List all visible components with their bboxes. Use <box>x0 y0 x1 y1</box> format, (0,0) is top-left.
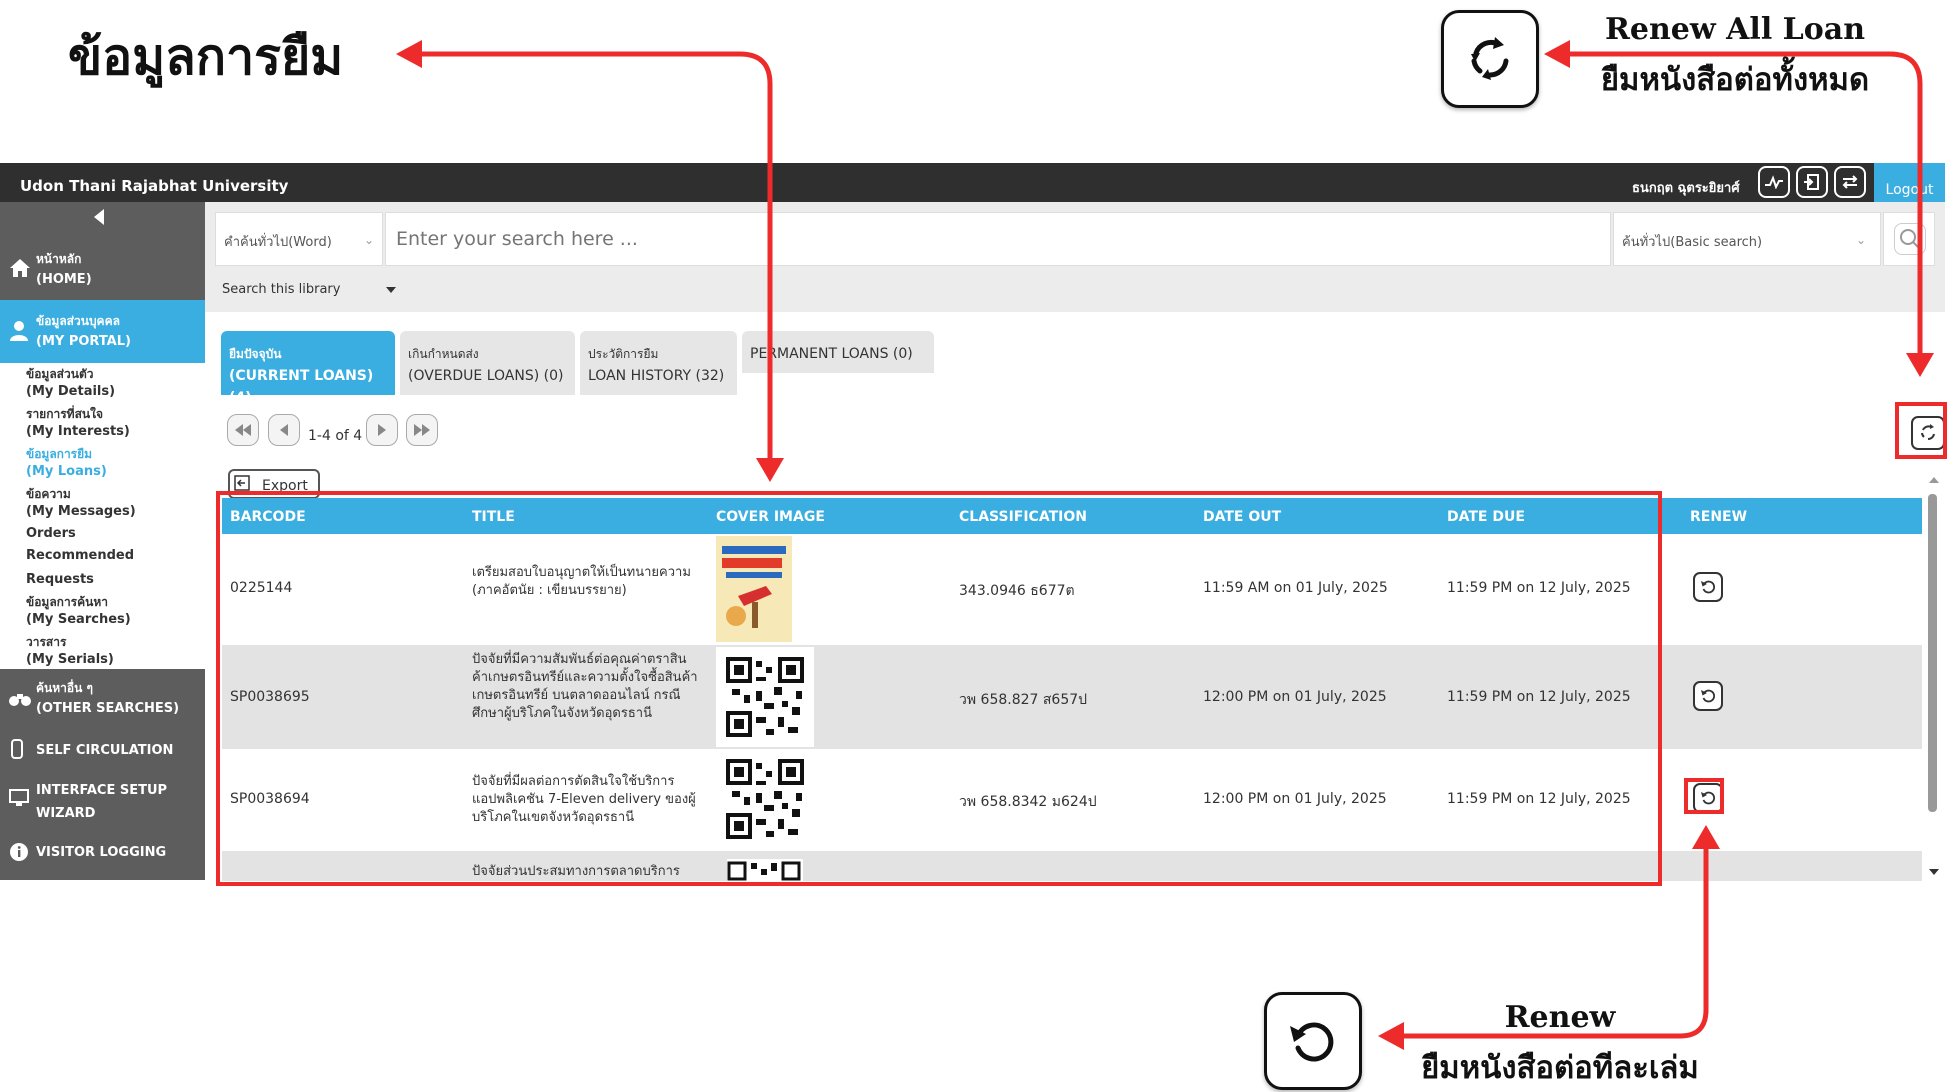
loans-highlight-box <box>216 491 1662 886</box>
search-type-value: คำค้นทั่วไป(Word) <box>224 235 332 250</box>
search-input[interactable] <box>385 212 1611 266</box>
search-scope[interactable]: Search this library <box>222 282 340 297</box>
sidebar: หน้าหลัก (HOME) ข้อมูลส่วนบุคคล (MY PORT… <box>0 202 205 880</box>
logout-button[interactable]: Logout <box>1874 163 1945 202</box>
page-range: 1-4 of 4 <box>308 428 363 444</box>
renew-all-highlight-box <box>1895 402 1947 459</box>
renew-button[interactable] <box>1693 681 1723 711</box>
vertical-scrollbar[interactable] <box>1922 476 1945 880</box>
top-bar: Udon Thani Rajabhat University ธนกฤต ฉุต… <box>0 163 1945 202</box>
search-icon <box>1894 223 1926 255</box>
sidebar-item-my-details[interactable]: ข้อมูลส่วนตัว (My Details) <box>26 366 115 400</box>
export-icon <box>234 475 250 491</box>
sidebar-item-my-searches[interactable]: ข้อมูลการค้นหา (My Searches) <box>26 594 131 628</box>
tab-permanent-loans[interactable]: PERMANENT LOANS (0) <box>742 331 934 373</box>
sidebar-item-my-loans[interactable]: ข้อมูลการยืม (My Loans) <box>26 446 107 480</box>
sidebar-item-orders[interactable]: Orders <box>26 525 76 542</box>
home-label-th: หน้าหลัก <box>36 252 82 266</box>
phone-icon <box>11 739 23 759</box>
sidebar-item-my-messages[interactable]: ข้อความ (My Messages) <box>26 486 136 520</box>
home-label-en: (HOME) <box>36 272 92 287</box>
annotation-title: ข้อมูลการยืม <box>68 27 344 86</box>
collapse-arrow-icon[interactable] <box>92 208 106 226</box>
renew-button[interactable] <box>1693 572 1723 602</box>
search-button[interactable] <box>1883 212 1935 266</box>
renew-label-th: ยืมหนังสือต่อทีละเล่ม <box>1421 1050 1699 1086</box>
caret-down-icon[interactable] <box>385 286 397 294</box>
portal-label-th: ข้อมูลส่วนบุคคล <box>36 314 120 328</box>
sidebar-item-my-serials[interactable]: วารสาร (My Serials) <box>26 634 114 668</box>
swap-icon[interactable] <box>1834 166 1866 198</box>
other-searches-th: ค้นหาอื่น ๆ <box>36 681 93 695</box>
sidebar-my-portal[interactable]: ข้อมูลส่วนบุคคล (MY PORTAL) <box>0 300 205 363</box>
tab-loan-history[interactable]: ประวัติการยืม LOAN HISTORY (32) <box>580 331 737 395</box>
sidebar-item-recommended[interactable]: Recommended <box>26 547 134 564</box>
interface-label-2: WIZARD <box>36 806 96 821</box>
tab-current-loans[interactable]: ยืมปัจจุบัน (CURRENT LOANS) (4) <box>221 331 395 406</box>
sidebar-item-visitor-logging[interactable]: VISITOR LOGGING <box>0 839 205 869</box>
sidebar-home[interactable]: หน้าหลัก (HOME) <box>0 202 205 300</box>
sidebar-item-requests[interactable]: Requests <box>26 571 94 588</box>
first-page-button[interactable] <box>227 414 259 446</box>
search-mode-select[interactable]: ค้นทั่วไป(Basic search) ⌄ <box>1613 212 1881 266</box>
activity-icon[interactable] <box>1758 166 1790 198</box>
renew-label-en: Renew <box>1504 1000 1616 1035</box>
renew-all-label-en: Renew All Loan <box>1604 12 1866 47</box>
university-name: Udon Thani Rajabhat University <box>20 177 289 195</box>
monitor-icon <box>9 789 29 807</box>
scroll-down-arrow-icon[interactable] <box>1928 868 1940 876</box>
prev-page-button[interactable] <box>268 414 300 446</box>
sidebar-item-other-searches[interactable]: ค้นหาอื่น ๆ (OTHER SEARCHES) <box>0 669 205 729</box>
login-icon[interactable] <box>1796 166 1828 198</box>
info-icon <box>9 842 29 862</box>
chevron-down-icon: ⌄ <box>364 233 375 247</box>
header-renew: RENEW <box>1690 509 1748 525</box>
other-searches-en: (OTHER SEARCHES) <box>36 701 180 716</box>
renew-highlight-box <box>1684 778 1724 814</box>
sidebar-item-self-circulation[interactable]: SELF CIRCULATION <box>0 737 205 767</box>
sidebar-item-interface-setup[interactable]: INTERFACE SETUP WIZARD <box>0 775 205 825</box>
search-area: คำค้นทั่วไป(Word) ⌄ ค้นทั่วไป(Basic sear… <box>205 202 1945 312</box>
renew-all-big-icon <box>1441 10 1539 108</box>
renew-all-label-th: ยืมหนังสือต่อทั้งหมด <box>1600 62 1870 98</box>
sidebar-lower: ค้นหาอื่น ๆ (OTHER SEARCHES) SELF CIRCUL… <box>0 669 205 880</box>
visitor-logging-label: VISITOR LOGGING <box>36 845 167 860</box>
self-circulation-label: SELF CIRCULATION <box>36 743 174 758</box>
renew-big-icon <box>1264 992 1362 1090</box>
interface-label-1: INTERFACE SETUP <box>36 783 168 798</box>
portal-label-en: (MY PORTAL) <box>36 334 131 349</box>
user-name: ธนกฤต ฉุตระยิยาศ์ <box>1632 181 1740 196</box>
last-page-button[interactable] <box>406 414 438 446</box>
chevron-down-icon: ⌄ <box>1856 233 1867 247</box>
user-icon <box>9 320 29 342</box>
next-page-button[interactable] <box>366 414 398 446</box>
scroll-up-arrow-icon[interactable] <box>1928 476 1940 484</box>
tab-overdue-loans[interactable]: เกินกำหนดส่ง (OVERDUE LOANS) (0) <box>400 331 575 395</box>
scrollbar-thumb[interactable] <box>1928 494 1937 812</box>
home-icon <box>9 258 31 278</box>
search-type-select[interactable]: คำค้นทั่วไป(Word) ⌄ <box>215 212 383 266</box>
sidebar-item-my-interests[interactable]: รายการที่สนใจ (My Interests) <box>26 406 130 440</box>
search-mode-value: ค้นทั่วไป(Basic search) <box>1622 235 1763 250</box>
binoculars-icon <box>8 691 32 707</box>
